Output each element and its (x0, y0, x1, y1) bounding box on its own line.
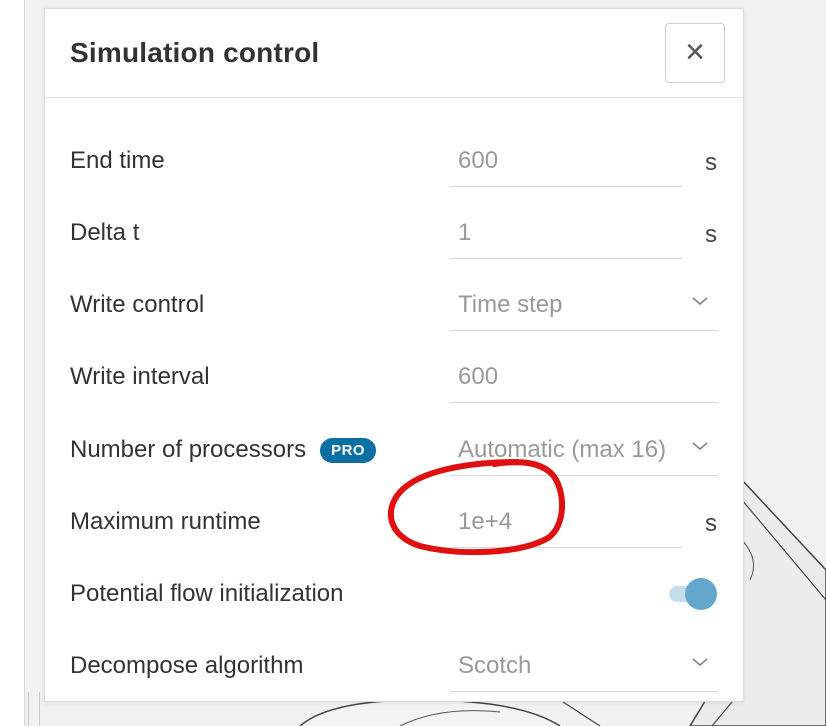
end-time-unit: s (705, 149, 717, 176)
maximum-runtime-input[interactable]: 1e+4 (450, 486, 682, 548)
delta-t-label: Delta t (70, 219, 140, 246)
decompose-algorithm-value: Scotch (458, 652, 532, 679)
end-time-label: End time (70, 147, 165, 174)
panel-header: Simulation control × (45, 9, 743, 98)
number-of-processors-value: Automatic (max 16) (458, 436, 667, 463)
write-control-value: Time step (458, 291, 563, 318)
potential-flow-row: Potential flow initialization (45, 558, 743, 630)
number-of-processors-label-wrap: Number of processors PRO (70, 436, 377, 464)
chevron-down-icon (692, 442, 708, 451)
decompose-algorithm-select[interactable]: Scotch (450, 630, 718, 692)
chevron-down-icon (692, 297, 708, 306)
pro-badge: PRO (320, 438, 377, 463)
end-time-input[interactable]: 600 (450, 125, 682, 187)
write-interval-input[interactable]: 600 (450, 341, 718, 403)
delta-t-value: 1 (458, 219, 472, 246)
simulation-control-panel: Simulation control × End time 600 s Delt… (44, 8, 744, 702)
maximum-runtime-label: Maximum runtime (70, 508, 261, 535)
end-time-value: 600 (458, 147, 499, 174)
close-icon: × (685, 33, 705, 71)
decompose-algorithm-label: Decompose algorithm (70, 652, 304, 679)
write-interval-row: Write interval 600 (45, 341, 743, 413)
maximum-runtime-unit: s (705, 510, 717, 537)
delta-t-row: Delta t 1 s (45, 197, 743, 269)
maximum-runtime-row: Maximum runtime 1e+4 s (45, 486, 743, 558)
maximum-runtime-value: 1e+4 (458, 508, 513, 535)
close-button[interactable]: × (665, 23, 725, 83)
chevron-down-icon (692, 658, 708, 667)
delta-t-input[interactable]: 1 (450, 197, 682, 259)
write-control-row: Write control Time step (45, 269, 743, 341)
write-interval-label: Write interval (70, 363, 210, 390)
number-of-processors-select[interactable]: Automatic (max 16) (450, 414, 718, 476)
end-time-row: End time 600 s (45, 125, 743, 197)
potential-flow-toggle[interactable] (669, 578, 719, 610)
left-panel-edge (0, 0, 25, 726)
write-control-select[interactable]: Time step (450, 269, 718, 331)
write-interval-value: 600 (458, 363, 499, 390)
resize-handle[interactable] (28, 692, 40, 726)
potential-flow-label: Potential flow initialization (70, 580, 344, 607)
delta-t-unit: s (705, 221, 717, 248)
decompose-algorithm-row: Decompose algorithm Scotch (45, 630, 743, 702)
panel-title: Simulation control (70, 37, 320, 68)
number-of-processors-label: Number of processors (70, 436, 307, 463)
number-of-processors-row: Number of processors PRO Automatic (max 1… (45, 414, 743, 486)
write-control-label: Write control (70, 291, 205, 318)
toggle-knob (685, 578, 717, 610)
